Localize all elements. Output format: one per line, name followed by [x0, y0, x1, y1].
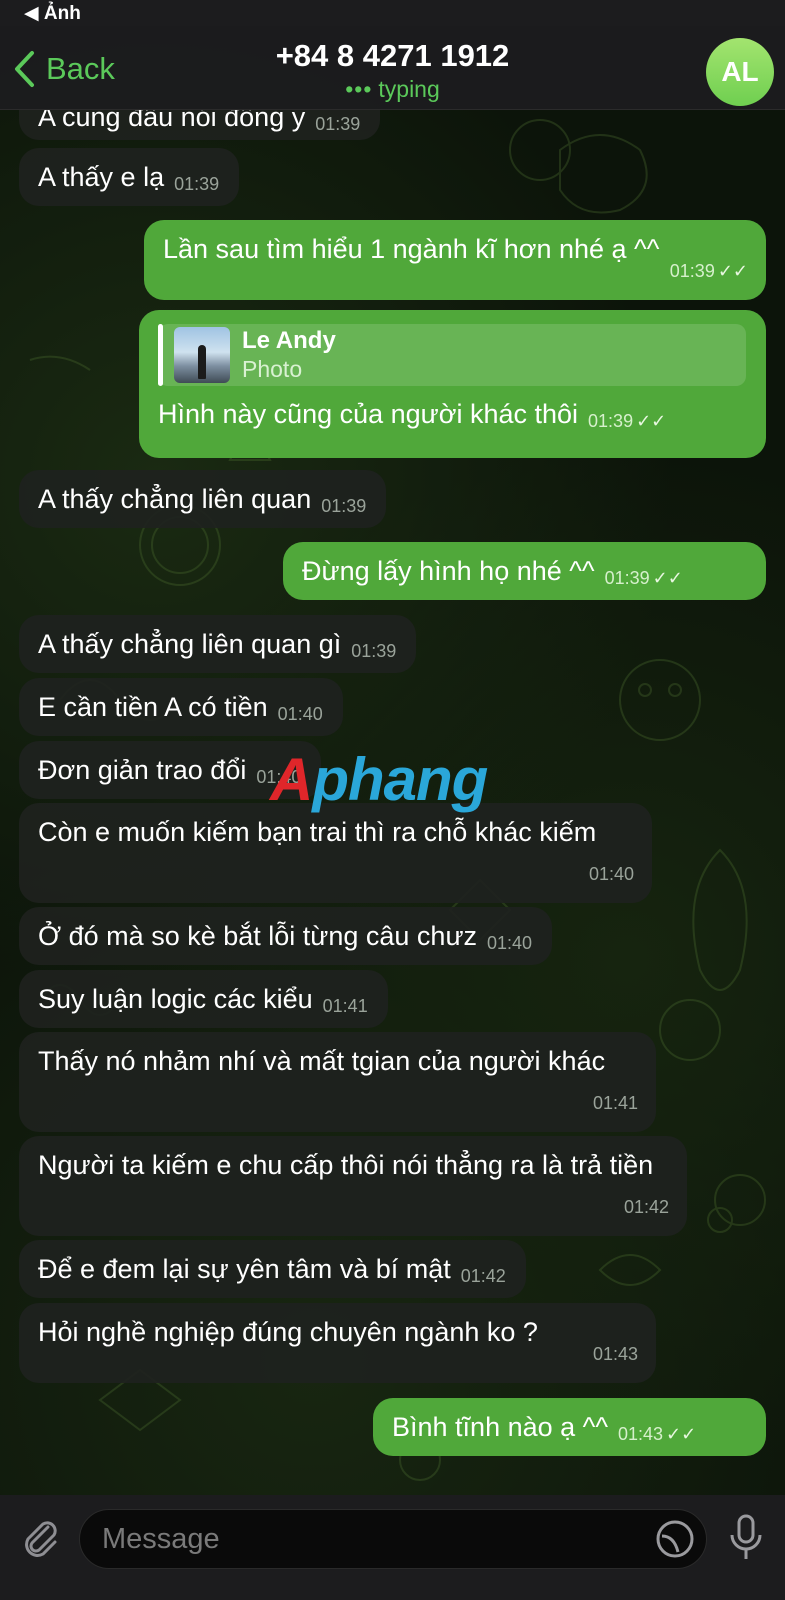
avatar[interactable]: AL	[706, 38, 774, 106]
message-time: 01:39 ✓✓	[588, 411, 667, 431]
reply-bar	[158, 324, 163, 386]
reply-photo-thumbnail	[174, 327, 230, 383]
message-text: A thấy chẳng liên quan	[38, 484, 312, 514]
sticker-icon[interactable]	[654, 1518, 696, 1560]
message-time: 01:40	[588, 864, 634, 884]
message-incoming[interactable]: A cũng đâu nói đồng ý 01:39	[19, 110, 381, 140]
message-incoming[interactable]: Thấy nó nhảm nhí và mất tgian của người …	[19, 1032, 656, 1132]
reply-type: Photo	[242, 356, 303, 382]
message-text: Đơn giản trao đổi	[38, 755, 247, 785]
reply-sender: Le Andy	[242, 327, 336, 354]
message-text: Bình tĩnh nào ạ ^^	[392, 1412, 608, 1442]
message-text: Đừng lấy hình họ nhé ^^	[302, 556, 595, 586]
message-incoming[interactable]: Hỏi nghề nghiệp đúng chuyên ngành ko ? 0…	[19, 1303, 656, 1383]
message-input[interactable]	[79, 1509, 707, 1569]
message-text: A cũng đâu nói đồng ý	[38, 110, 306, 132]
message-time: 01:39	[351, 641, 397, 661]
message-time: 01:43	[592, 1344, 638, 1364]
microphone-icon[interactable]	[726, 1513, 766, 1563]
paperclip-icon[interactable]	[18, 1515, 62, 1559]
message-time: 01:42	[623, 1197, 669, 1217]
reply-preview[interactable]: Le Andy Photo	[158, 324, 746, 386]
message-incoming[interactable]: Còn e muốn kiếm bạn trai thì ra chỗ khác…	[19, 803, 652, 903]
message-time: 01:41	[322, 996, 368, 1016]
message-text: Suy luận logic các kiểu	[38, 984, 313, 1014]
message-text: Người ta kiếm e chu cấp thôi nói thẳng r…	[38, 1150, 654, 1180]
message-time: 01:42	[460, 1266, 506, 1286]
message-incoming[interactable]: A thấy chẳng liên quan 01:39	[19, 470, 387, 528]
message-text: A thấy chẳng liên quan gì	[38, 629, 342, 659]
message-composer	[0, 1495, 785, 1600]
message-time: 01:39	[174, 174, 220, 194]
chat-title[interactable]: +84 8 4271 1912	[0, 38, 785, 74]
message-text: Hỏi nghề nghiệp đúng chuyên ngành ko ?	[38, 1317, 538, 1347]
message-time: 01:43 ✓✓	[618, 1424, 697, 1444]
message-outgoing[interactable]: Bình tĩnh nào ạ ^^ 01:43 ✓✓	[373, 1398, 766, 1456]
message-text: E cần tiền A có tiền	[38, 692, 268, 722]
message-time: 01:41	[592, 1093, 638, 1113]
watermark-logo: Aphang	[270, 746, 488, 813]
message-incoming[interactable]: Người ta kiếm e chu cấp thôi nói thẳng r…	[19, 1136, 687, 1236]
status-bar: ◀ Ảnh	[0, 0, 785, 26]
message-text: Ở đó mà so kè bắt lỗi từng câu chưz	[38, 921, 478, 951]
double-check-icon: ✓✓	[666, 1424, 697, 1444]
message-text: A thấy e lạ	[38, 162, 165, 192]
message-time: 01:39 ✓✓	[669, 261, 748, 281]
message-time: 01:40	[277, 704, 323, 724]
typing-label: typing	[378, 76, 440, 102]
message-incoming[interactable]: Để e đem lại sự yên tâm và bí mật 01:42	[19, 1240, 526, 1298]
double-check-icon: ✓✓	[717, 261, 748, 281]
message-time: 01:40	[487, 933, 533, 953]
message-outgoing-reply[interactable]: Le Andy Photo Hình này cũng của người kh…	[139, 310, 766, 458]
typing-status: ••• typing	[0, 76, 785, 103]
message-incoming[interactable]: A thấy e lạ 01:39	[19, 148, 240, 206]
message-outgoing[interactable]: Lần sau tìm hiểu 1 ngành kĩ hơn nhé ạ ^^…	[144, 220, 766, 300]
return-to-app-link[interactable]: ◀ Ảnh	[24, 2, 81, 25]
message-incoming[interactable]: Ở đó mà so kè bắt lỗi từng câu chưz 01:40	[19, 907, 553, 965]
message-incoming[interactable]: A thấy chẳng liên quan gì 01:39	[19, 615, 417, 673]
message-time: 01:39	[315, 114, 361, 134]
double-check-icon: ✓✓	[636, 411, 667, 431]
message-text: Còn e muốn kiếm bạn trai thì ra chỗ khác…	[38, 817, 597, 847]
message-incoming[interactable]: Suy luận logic các kiểu 01:41	[19, 970, 388, 1028]
message-text: Lần sau tìm hiểu 1 ngành kĩ hơn nhé ạ ^^	[163, 234, 660, 264]
message-text: Hình này cũng của người khác thôi	[158, 399, 579, 429]
message-outgoing[interactable]: Đừng lấy hình họ nhé ^^ 01:39 ✓✓	[283, 542, 766, 600]
message-time: 01:39	[321, 496, 367, 516]
message-text: Thấy nó nhảm nhí và mất tgian của người …	[38, 1046, 606, 1076]
typing-dots-icon: •••	[345, 76, 373, 102]
message-incoming[interactable]: E cần tiền A có tiền 01:40	[19, 678, 343, 736]
double-check-icon: ✓✓	[652, 568, 683, 588]
message-text: Để e đem lại sự yên tâm và bí mật	[38, 1254, 451, 1284]
message-time: 01:39 ✓✓	[604, 568, 683, 588]
chat-header: Back +84 8 4271 1912 ••• typing AL	[0, 26, 785, 110]
